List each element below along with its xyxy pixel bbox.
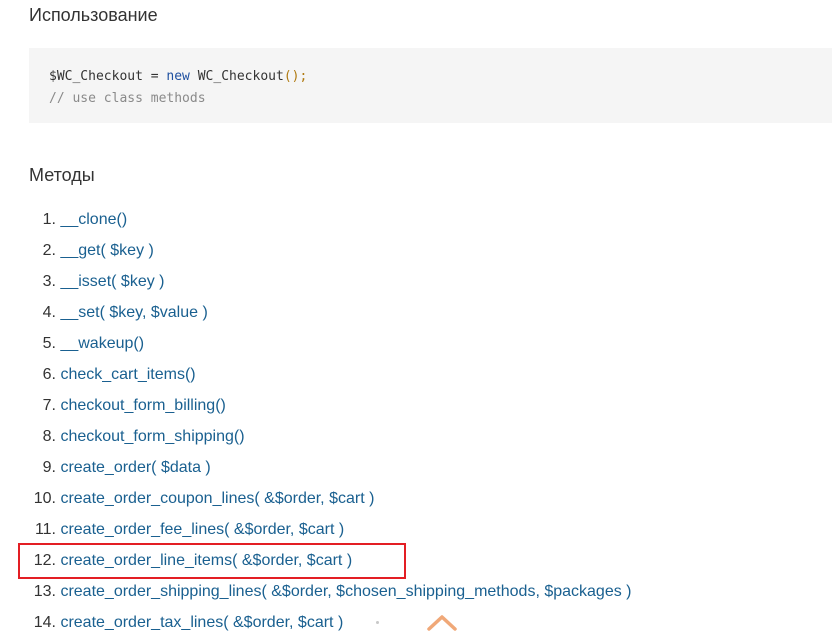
method-link[interactable]: checkout_form_shipping() bbox=[60, 428, 244, 445]
code-keyword: new bbox=[166, 69, 190, 84]
method-number: 6. bbox=[42, 366, 56, 383]
method-link[interactable]: create_order_coupon_lines( &$order, $car… bbox=[60, 490, 374, 507]
method-list-item: 4. __set( $key, $value ) bbox=[29, 297, 632, 328]
method-link[interactable]: check_cart_items() bbox=[60, 366, 195, 383]
method-link[interactable]: create_order_fee_lines( &$order, $cart ) bbox=[60, 521, 344, 538]
method-link[interactable]: create_order_tax_lines( &$order, $cart ) bbox=[60, 614, 343, 631]
method-number: 3. bbox=[42, 273, 56, 290]
code-operator: = bbox=[142, 69, 167, 84]
method-number: 4. bbox=[42, 304, 56, 321]
method-number: 1. bbox=[42, 211, 56, 228]
method-link[interactable]: __clone() bbox=[60, 211, 127, 228]
method-link[interactable]: __set( $key, $value ) bbox=[60, 304, 207, 321]
method-number: 10. bbox=[33, 490, 56, 507]
method-link[interactable]: create_order( $data ) bbox=[60, 459, 210, 476]
method-list-item: 2. __get( $key ) bbox=[29, 235, 632, 266]
method-list-item: 10. create_order_coupon_lines( &$order, … bbox=[29, 483, 632, 514]
method-number: 5. bbox=[42, 335, 56, 352]
chevron-up-icon bbox=[427, 615, 457, 631]
method-link[interactable]: create_order_line_items( &$order, $cart … bbox=[60, 552, 352, 569]
method-link[interactable]: checkout_form_billing() bbox=[60, 397, 225, 414]
method-list-item: 5. __wakeup() bbox=[29, 328, 632, 359]
scroll-to-top-button[interactable] bbox=[426, 612, 458, 632]
methods-list: 1. __clone() 2. __get( $key ) 3. __isset( … bbox=[29, 204, 632, 638]
method-list-item: 7. checkout_form_billing() bbox=[29, 390, 632, 421]
method-number: 14. bbox=[33, 614, 56, 631]
method-link[interactable]: __get( $key ) bbox=[60, 242, 153, 259]
method-number: 13. bbox=[33, 583, 56, 600]
page: Использование $WC_Checkout = new WC_Chec… bbox=[0, 0, 832, 639]
method-number: 2. bbox=[42, 242, 56, 259]
method-link[interactable]: create_order_shipping_lines( &$order, $c… bbox=[60, 583, 631, 600]
method-list-item: 12. create_order_line_items( &$order, $c… bbox=[29, 545, 632, 576]
method-list-item: 8. checkout_form_shipping() bbox=[29, 421, 632, 452]
method-list-item: 13. create_order_shipping_lines( &$order… bbox=[29, 576, 632, 607]
methods-heading: Методы bbox=[29, 165, 95, 185]
method-list-item: 1. __clone() bbox=[29, 204, 632, 235]
usage-heading: Использование bbox=[29, 5, 158, 25]
code-line-1: $WC_Checkout = new WC_Checkout(); bbox=[49, 66, 832, 88]
code-parens: (); bbox=[283, 69, 308, 84]
method-number: 11. bbox=[34, 521, 56, 538]
method-list-item: 9. create_order( $data ) bbox=[29, 452, 632, 483]
method-number: 7. bbox=[42, 397, 56, 414]
method-list-item: 3. __isset( $key ) bbox=[29, 266, 632, 297]
method-link[interactable]: __wakeup() bbox=[60, 335, 144, 352]
method-number: 8. bbox=[42, 428, 56, 445]
method-list-item: 11. create_order_fee_lines( &$order, $ca… bbox=[29, 514, 632, 545]
method-number: 12. bbox=[33, 552, 56, 569]
method-list-item: 6. check_cart_items() bbox=[29, 359, 632, 390]
code-comment: // use class methods bbox=[49, 91, 206, 106]
decorative-dot bbox=[376, 621, 379, 624]
code-variable: $WC_Checkout bbox=[49, 69, 143, 84]
code-class-name: WC_Checkout bbox=[197, 69, 284, 84]
method-number: 9. bbox=[42, 459, 56, 476]
method-link[interactable]: __isset( $key ) bbox=[60, 273, 164, 290]
code-block: $WC_Checkout = new WC_Checkout(); // use… bbox=[29, 48, 832, 123]
method-list-item: 14. create_order_tax_lines( &$order, $ca… bbox=[29, 607, 632, 638]
